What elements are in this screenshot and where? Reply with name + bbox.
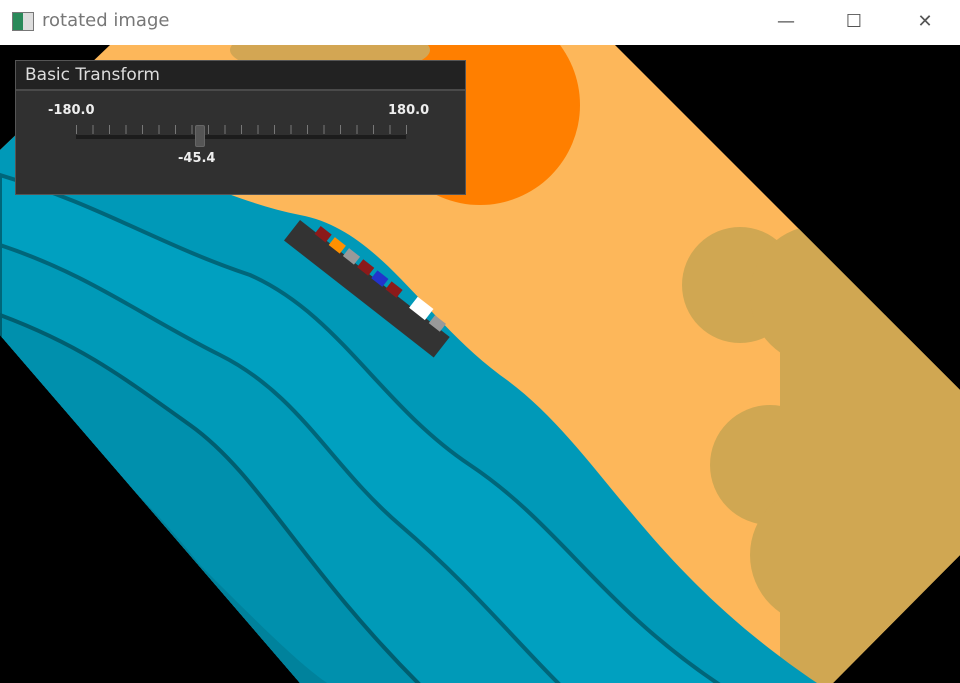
slider-value-label: -45.4	[178, 151, 216, 166]
slider-ticks	[76, 125, 408, 134]
window-title: rotated image	[42, 10, 170, 31]
rotation-slider-thumb[interactable]	[195, 125, 206, 147]
app-icon	[12, 12, 34, 31]
title-bar: rotated image — ☐ ✕	[0, 0, 960, 45]
rotation-slider-track[interactable]	[76, 135, 406, 139]
maximize-button[interactable]: ☐	[831, 8, 877, 36]
minimize-button[interactable]: —	[763, 8, 809, 36]
trackbar-panel: Basic Transform -180.0 180.0 -45.4	[15, 60, 466, 195]
panel-title: Basic Transform	[16, 61, 465, 91]
slider-min-label: -180.0	[48, 103, 95, 118]
close-button[interactable]: ✕	[902, 8, 948, 36]
slider-max-label: 180.0	[388, 103, 430, 118]
